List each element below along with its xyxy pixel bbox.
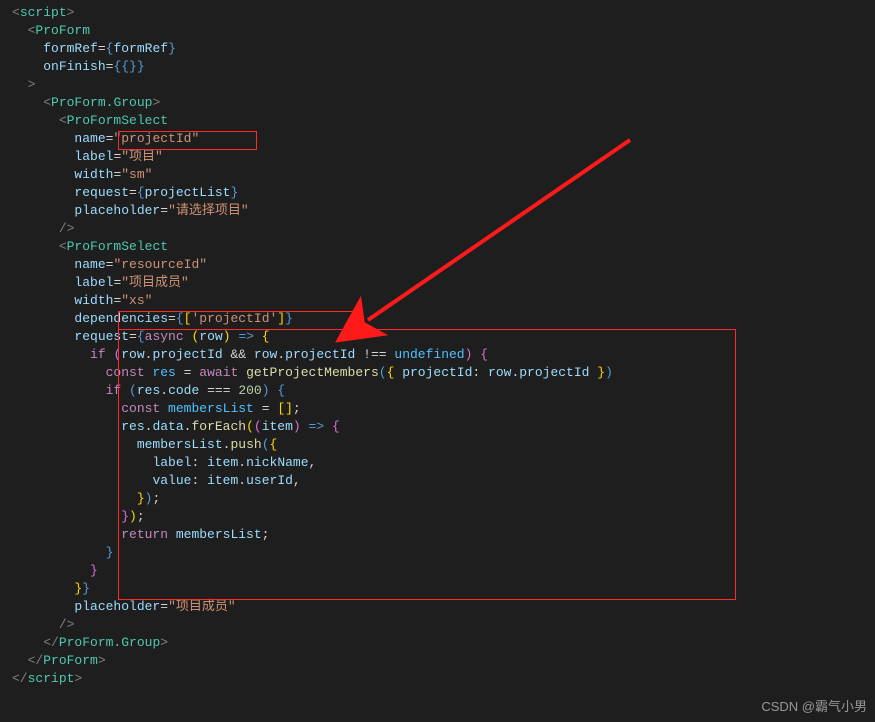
code-editor[interactable]: <script> <ProForm formRef={formRef} onFi… — [0, 0, 875, 692]
watermark: CSDN @霸气小男 — [761, 698, 867, 716]
